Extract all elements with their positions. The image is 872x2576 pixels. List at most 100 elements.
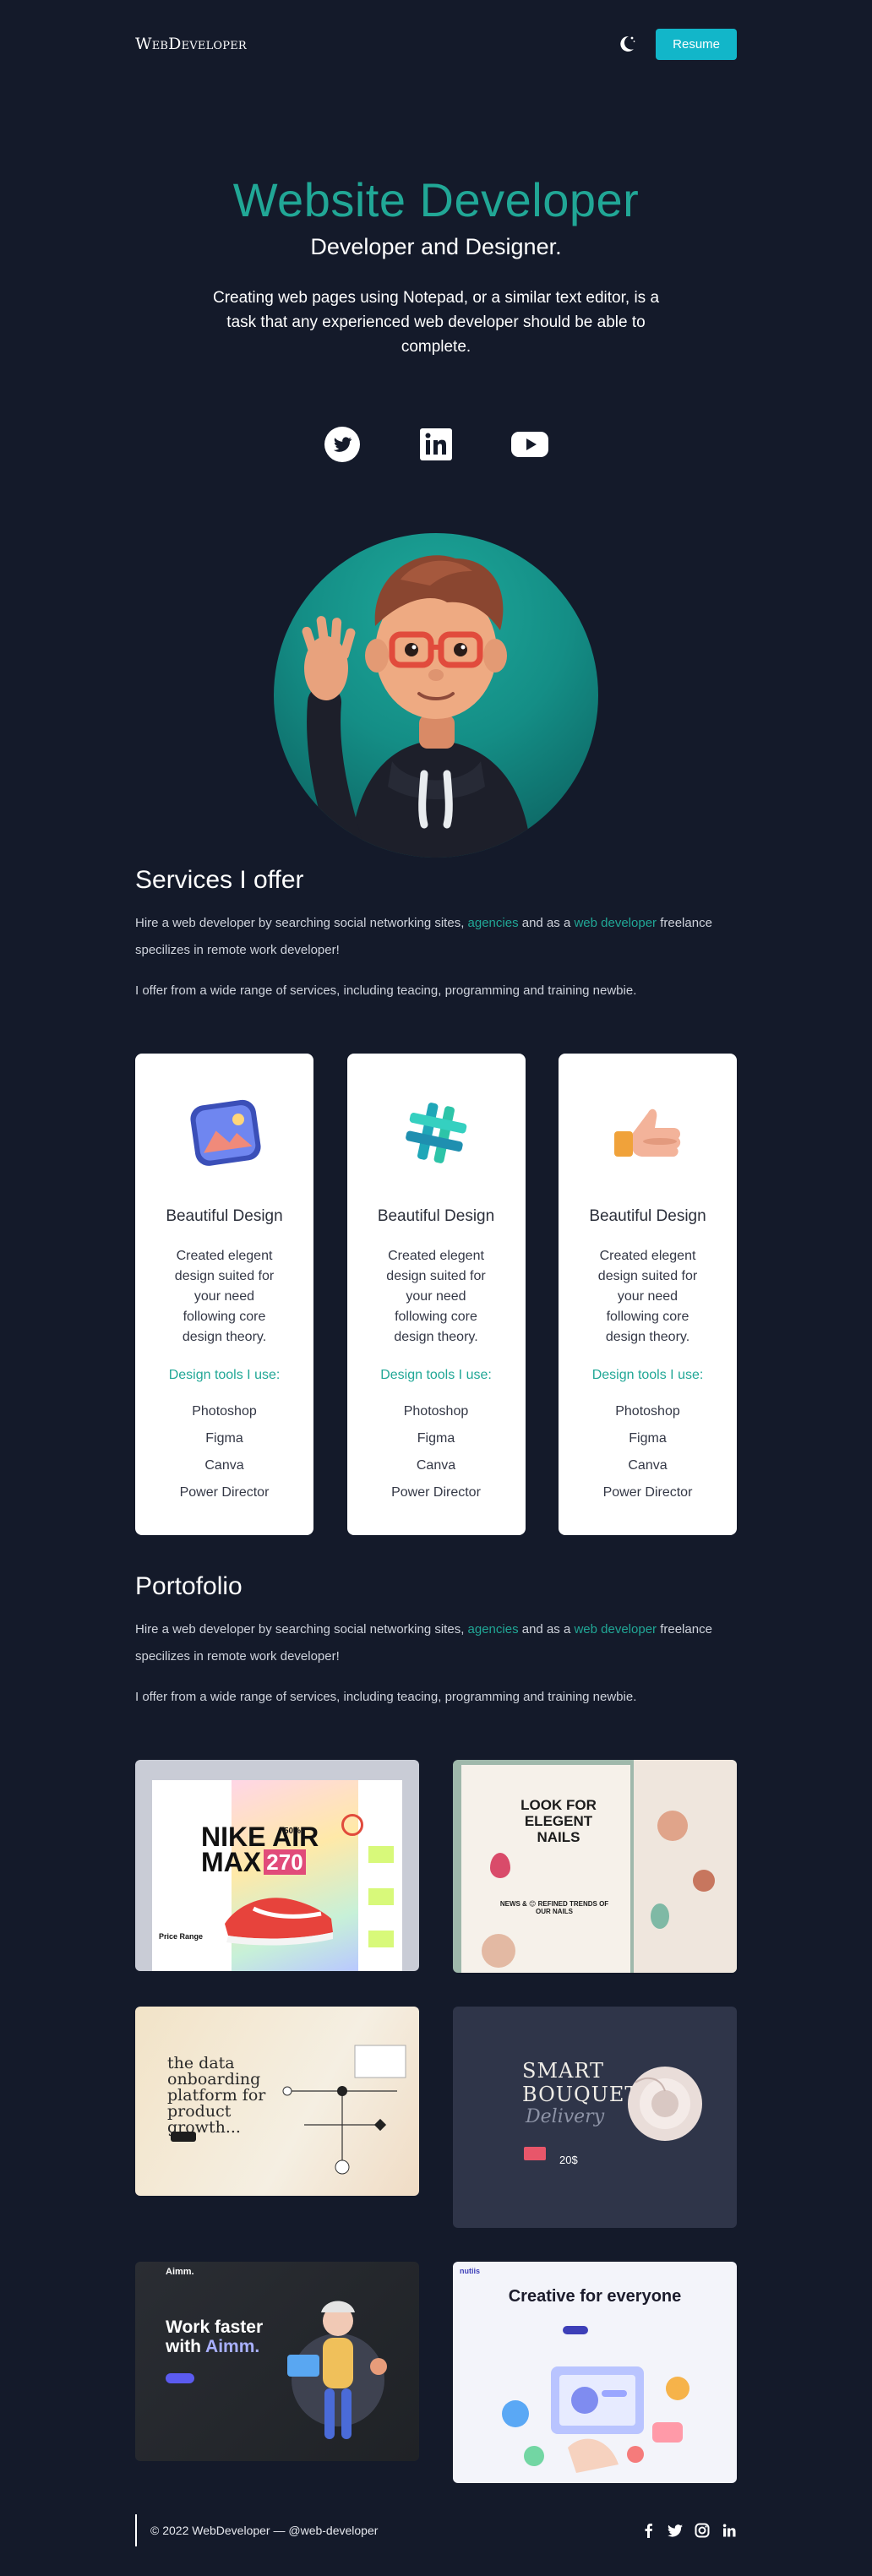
bouquet-price: 20$ <box>559 2154 578 2166</box>
hero-title: Website Developer <box>232 173 640 226</box>
site-logo[interactable]: WebDeveloper <box>135 35 247 53</box>
portfolio-intro: Hire a web developer by searching social… <box>135 1616 737 1670</box>
card-title: Beautiful Design <box>166 1207 283 1225</box>
tool-item: Photoshop <box>192 1404 257 1419</box>
sneaker-image <box>225 1898 333 1946</box>
creative-logo: nutiis <box>460 2267 480 2275</box>
agencies-link[interactable]: agencies <box>468 916 519 930</box>
onboarding-flow-diagram <box>282 2045 406 2175</box>
services-title: Services I offer <box>135 866 304 894</box>
aimm-headline-1: Work faster <box>166 2317 264 2337</box>
nike-thumb <box>368 1846 394 1863</box>
tool-item: Power Director <box>391 1485 481 1500</box>
tool-item: Canva <box>628 1458 668 1473</box>
services-intro-text: Hire a web developer by searching social… <box>135 916 468 930</box>
web-developer-link[interactable]: web developer <box>574 1622 657 1637</box>
service-card: Beautiful Design Created elegent design … <box>135 1054 313 1535</box>
nav-actions: Resume <box>615 28 737 60</box>
creative-3d-illustration <box>502 2366 689 2473</box>
nike-badge <box>341 1814 363 1836</box>
footer-social-links <box>640 2523 737 2538</box>
social-links <box>135 425 737 464</box>
tool-item: Power Director <box>602 1485 693 1500</box>
tool-item: Power Director <box>179 1485 270 1500</box>
twitter-icon[interactable] <box>668 2523 683 2538</box>
portfolio-title: Portofolio <box>135 1572 243 1600</box>
twitter-icon[interactable] <box>323 425 362 464</box>
avatar <box>274 533 598 858</box>
nike-page: NIKE AIR MAX 270 50% Price Range <box>152 1780 402 1971</box>
card-title: Beautiful Design <box>589 1207 706 1225</box>
services-section: Services I offer Hire a web developer by… <box>135 866 737 1535</box>
aimm-headline-2: with <box>166 2337 206 2356</box>
hero-section: Website Developer Developer and Designer… <box>135 88 737 858</box>
card-title: Beautiful Design <box>377 1207 495 1225</box>
linkedin-icon[interactable] <box>417 425 455 464</box>
hero-subtitle: Developer and Designer. <box>310 234 562 259</box>
footer-copyright: © 2022 WebDeveloper — @web-developer <box>150 2524 379 2537</box>
portfolio-item-bouquet[interactable]: SMART BOUQUET Delivery 20$ <box>453 2007 737 2228</box>
portfolio-item-nails[interactable]: LOOK FOR ELEGENT NAILS NEWS & 😊 REFINED … <box>453 1760 737 1973</box>
nails-page: LOOK FOR ELEGENT NAILS NEWS & 😊 REFINED … <box>461 1765 630 1973</box>
service-cards: Beautiful Design Created elegent design … <box>135 1054 737 1535</box>
portfolio-intro-text-mid: and as a <box>518 1622 575 1637</box>
developer-character-illustration <box>302 555 531 858</box>
moon-icon[interactable] <box>615 33 637 55</box>
resume-button[interactable]: Resume <box>656 28 737 60</box>
portfolio-item-nike[interactable]: NIKE AIR MAX 270 50% Price Range <box>135 1760 419 1971</box>
aimm-character-illustration <box>287 2301 387 2439</box>
footer-divider <box>135 2514 137 2546</box>
picture-icon <box>184 1092 265 1174</box>
service-card: Beautiful Design Created elegent design … <box>559 1054 737 1535</box>
footer-left: © 2022 WebDeveloper — @web-developer <box>135 2514 378 2546</box>
card-description: Created elegent design suited for your n… <box>597 1249 698 1344</box>
agencies-link[interactable]: agencies <box>468 1622 519 1637</box>
tool-item: Figma <box>629 1431 667 1446</box>
card-tools-heading: Design tools I use: <box>591 1368 704 1382</box>
card-tools-heading: Design tools I use: <box>168 1368 281 1382</box>
nails-drop <box>490 1853 510 1878</box>
nails-headline: LOOK FOR ELEGENT NAILS <box>520 1797 597 1845</box>
linkedin-icon[interactable] <box>722 2523 737 2538</box>
service-card: Beautiful Design Created elegent design … <box>346 1054 526 1535</box>
card-description: Created elegent design suited for your n… <box>174 1249 275 1344</box>
nike-thumb <box>368 1931 394 1947</box>
portfolio-offer-text: I offer from a wide range of services, i… <box>135 1690 637 1704</box>
card-tools-heading: Design tools I use: <box>380 1368 492 1382</box>
navbar: WebDeveloper Resume <box>135 0 737 88</box>
nike-price-label: Price Range <box>159 1932 204 1941</box>
hashtag-icon <box>395 1092 477 1174</box>
thumbs-up-icon <box>608 1092 689 1174</box>
onboarding-button <box>171 2132 196 2142</box>
portfolio-item-creative[interactable]: nutiis Creative for everyone <box>453 2262 737 2483</box>
portfolio-item-aimm[interactable]: Aimm. Work faster with Aimm. <box>135 2262 419 2461</box>
creative-button <box>563 2326 588 2334</box>
card-description: Created elegent design suited for your n… <box>386 1249 486 1344</box>
facebook-icon[interactable] <box>640 2523 656 2538</box>
tool-item: Canva <box>204 1458 244 1473</box>
footer: © 2022 WebDeveloper — @web-developer <box>135 2513 737 2547</box>
nike-headline-2: MAX <box>201 1847 262 1877</box>
tool-list: Photoshop Figma Canva Power Director <box>559 1398 737 1506</box>
web-developer-link[interactable]: web developer <box>574 916 657 930</box>
instagram-icon[interactable] <box>695 2523 710 2538</box>
flower-image <box>628 2067 702 2141</box>
creative-headline: Creative for everyone <box>508 2287 682 2306</box>
nike-number: 270 <box>264 1849 306 1875</box>
services-intro: Hire a web developer by searching social… <box>135 910 737 964</box>
nails-photo <box>482 1934 515 1968</box>
tool-item: Photoshop <box>403 1404 469 1419</box>
youtube-icon[interactable] <box>510 425 549 464</box>
portfolio-item-onboarding[interactable]: the data onboarding platform for product… <box>135 2007 419 2196</box>
nike-percent: 50% <box>284 1827 302 1836</box>
tool-item: Canva <box>416 1458 456 1473</box>
services-offer-text: I offer from a wide range of services, i… <box>135 983 637 998</box>
aimm-accent: Aimm. <box>205 2337 260 2356</box>
nails-side-page <box>634 1760 737 1973</box>
nails-circle <box>693 1870 715 1892</box>
portfolio-grid: NIKE AIR MAX 270 50% Price Range LOOK FOR… <box>135 1760 737 2486</box>
tool-item: Figma <box>205 1431 243 1446</box>
portfolio-section: Portofolio Hire a web developer by searc… <box>135 1572 737 2486</box>
tool-item: Figma <box>417 1431 455 1446</box>
aimm-headline: Work faster with Aimm. <box>166 2317 263 2356</box>
